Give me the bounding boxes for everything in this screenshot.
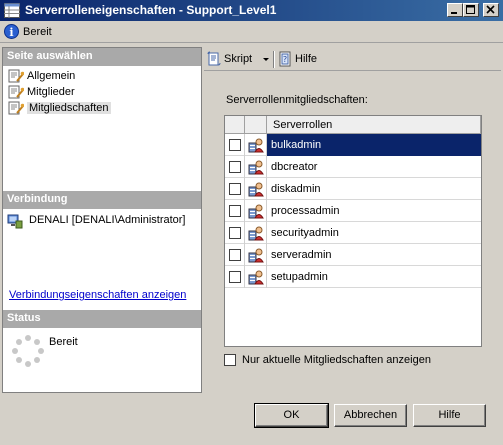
toolbar-help-button[interactable]: ? Hilfe [278, 51, 317, 67]
page-item-label: Mitglieder [27, 86, 75, 98]
check-cell [225, 244, 245, 266]
icon-cell [245, 156, 267, 178]
select-page-heading: Seite auswählen [3, 48, 201, 66]
table-row[interactable]: setupadmin [225, 266, 481, 288]
server-role-icon [248, 160, 264, 175]
page-wrench-icon [8, 85, 24, 99]
page-item-label: Mitgliedschaften [27, 102, 111, 114]
script-icon [207, 51, 221, 66]
role-checkbox[interactable] [229, 249, 241, 261]
icon-cell [245, 244, 267, 266]
server-role-icon [248, 248, 264, 263]
help-icon: ? [279, 51, 291, 67]
role-name: diskadmin [271, 183, 321, 195]
progress-spinner-icon [12, 335, 44, 367]
page-item-allgemein[interactable]: Allgemein [7, 68, 201, 84]
window-title: Serverrolleneigenschaften - Support_Leve… [25, 3, 277, 17]
server-role-icon [248, 226, 264, 241]
icon-cell [245, 178, 267, 200]
grid-header: Serverrollen [225, 116, 481, 134]
server-role-icon [248, 270, 264, 285]
status-area: Bereit [9, 334, 199, 384]
page-item-mitglieder[interactable]: Mitglieder [7, 84, 201, 100]
role-checkbox[interactable] [229, 161, 241, 173]
page-wrench-icon [8, 69, 24, 83]
role-checkbox[interactable] [229, 139, 241, 151]
minimize-button[interactable] [447, 3, 463, 17]
page-item-label: Allgemein [27, 70, 76, 82]
grid-rows: bulkadmin dbcreator diskadmin processadm… [225, 134, 481, 288]
icon-cell [245, 222, 267, 244]
table-row[interactable]: serveradmin [225, 244, 481, 266]
table-row[interactable]: securityadmin [225, 222, 481, 244]
status-strip: i Bereit [0, 21, 503, 43]
svg-text:?: ? [283, 55, 287, 64]
minimize-icon [451, 12, 457, 14]
server-role-icon [248, 182, 264, 197]
check-cell [225, 178, 245, 200]
role-checkbox[interactable] [229, 183, 241, 195]
close-icon [486, 5, 495, 14]
left-panel: Seite auswählen Allgemein Mitglieder Mit… [2, 47, 202, 393]
server-roles-grid: Serverrollen bulkadmin dbcreator diskadm… [224, 115, 482, 347]
table-row[interactable]: processadmin [225, 200, 481, 222]
check-cell [225, 156, 245, 178]
role-checkbox[interactable] [229, 271, 241, 283]
role-checkbox[interactable] [229, 205, 241, 217]
server-role-icon [248, 138, 264, 153]
page-wrench-icon [8, 101, 24, 115]
icon-cell [245, 134, 267, 156]
table-row[interactable]: diskadmin [225, 178, 481, 200]
role-name: bulkadmin [267, 134, 481, 156]
server-role-icon [248, 204, 264, 219]
script-label: Skript [224, 53, 253, 65]
role-name: dbcreator [271, 161, 318, 173]
role-name: serveradmin [271, 249, 332, 261]
check-cell [225, 222, 245, 244]
toolbar-separator [273, 51, 275, 68]
header-role-column[interactable]: Serverrollen [267, 116, 481, 134]
maximize-button[interactable] [463, 3, 479, 17]
role-checkbox[interactable] [229, 227, 241, 239]
only-current-label: Nur aktuelle Mitgliedschaften anzeigen [242, 354, 431, 366]
help-button[interactable]: Hilfe [413, 404, 486, 427]
ok-button[interactable]: OK [254, 403, 329, 428]
connection-text: DENALI [DENALI\Administrator] [29, 214, 186, 226]
roles-label: Serverrollenmitgliedschaften: [226, 94, 368, 106]
title-bar[interactable]: Serverrolleneigenschaften - Support_Leve… [0, 0, 503, 21]
role-name: securityadmin [271, 227, 339, 239]
table-row[interactable]: bulkadmin [225, 134, 481, 156]
cancel-button[interactable]: Abbrechen [334, 404, 407, 427]
role-name: setupadmin [271, 271, 328, 283]
connection-properties-link[interactable]: Verbindungseigenschaften anzeigen [9, 289, 186, 301]
status-value: Bereit [49, 336, 78, 348]
role-name: processadmin [271, 205, 340, 217]
page-list: Allgemein Mitglieder Mitgliedschaften [7, 68, 201, 116]
check-cell [225, 134, 245, 156]
chevron-down-icon[interactable] [261, 51, 271, 67]
status-strip-text: Bereit [23, 26, 52, 38]
close-button[interactable] [483, 3, 499, 17]
maximize-icon [466, 5, 475, 14]
header-icon-column [245, 116, 267, 134]
toolbar: Skript ? Hilfe [204, 47, 501, 71]
table-row[interactable]: dbcreator [225, 156, 481, 178]
page-item-mitgliedschaften[interactable]: Mitgliedschaften [7, 100, 201, 116]
script-button[interactable]: Skript [206, 51, 252, 67]
icon-cell [245, 200, 267, 222]
info-icon: i [4, 24, 19, 39]
only-current-checkbox[interactable] [224, 354, 236, 366]
icon-cell [245, 266, 267, 288]
connection-heading: Verbindung [3, 191, 201, 209]
check-cell [225, 200, 245, 222]
header-check-column [225, 116, 245, 134]
toolbar-help-label: Hilfe [295, 53, 318, 65]
server-connection-icon [7, 214, 23, 229]
status-heading: Status [3, 310, 201, 328]
table-icon [4, 3, 20, 18]
check-cell [225, 266, 245, 288]
